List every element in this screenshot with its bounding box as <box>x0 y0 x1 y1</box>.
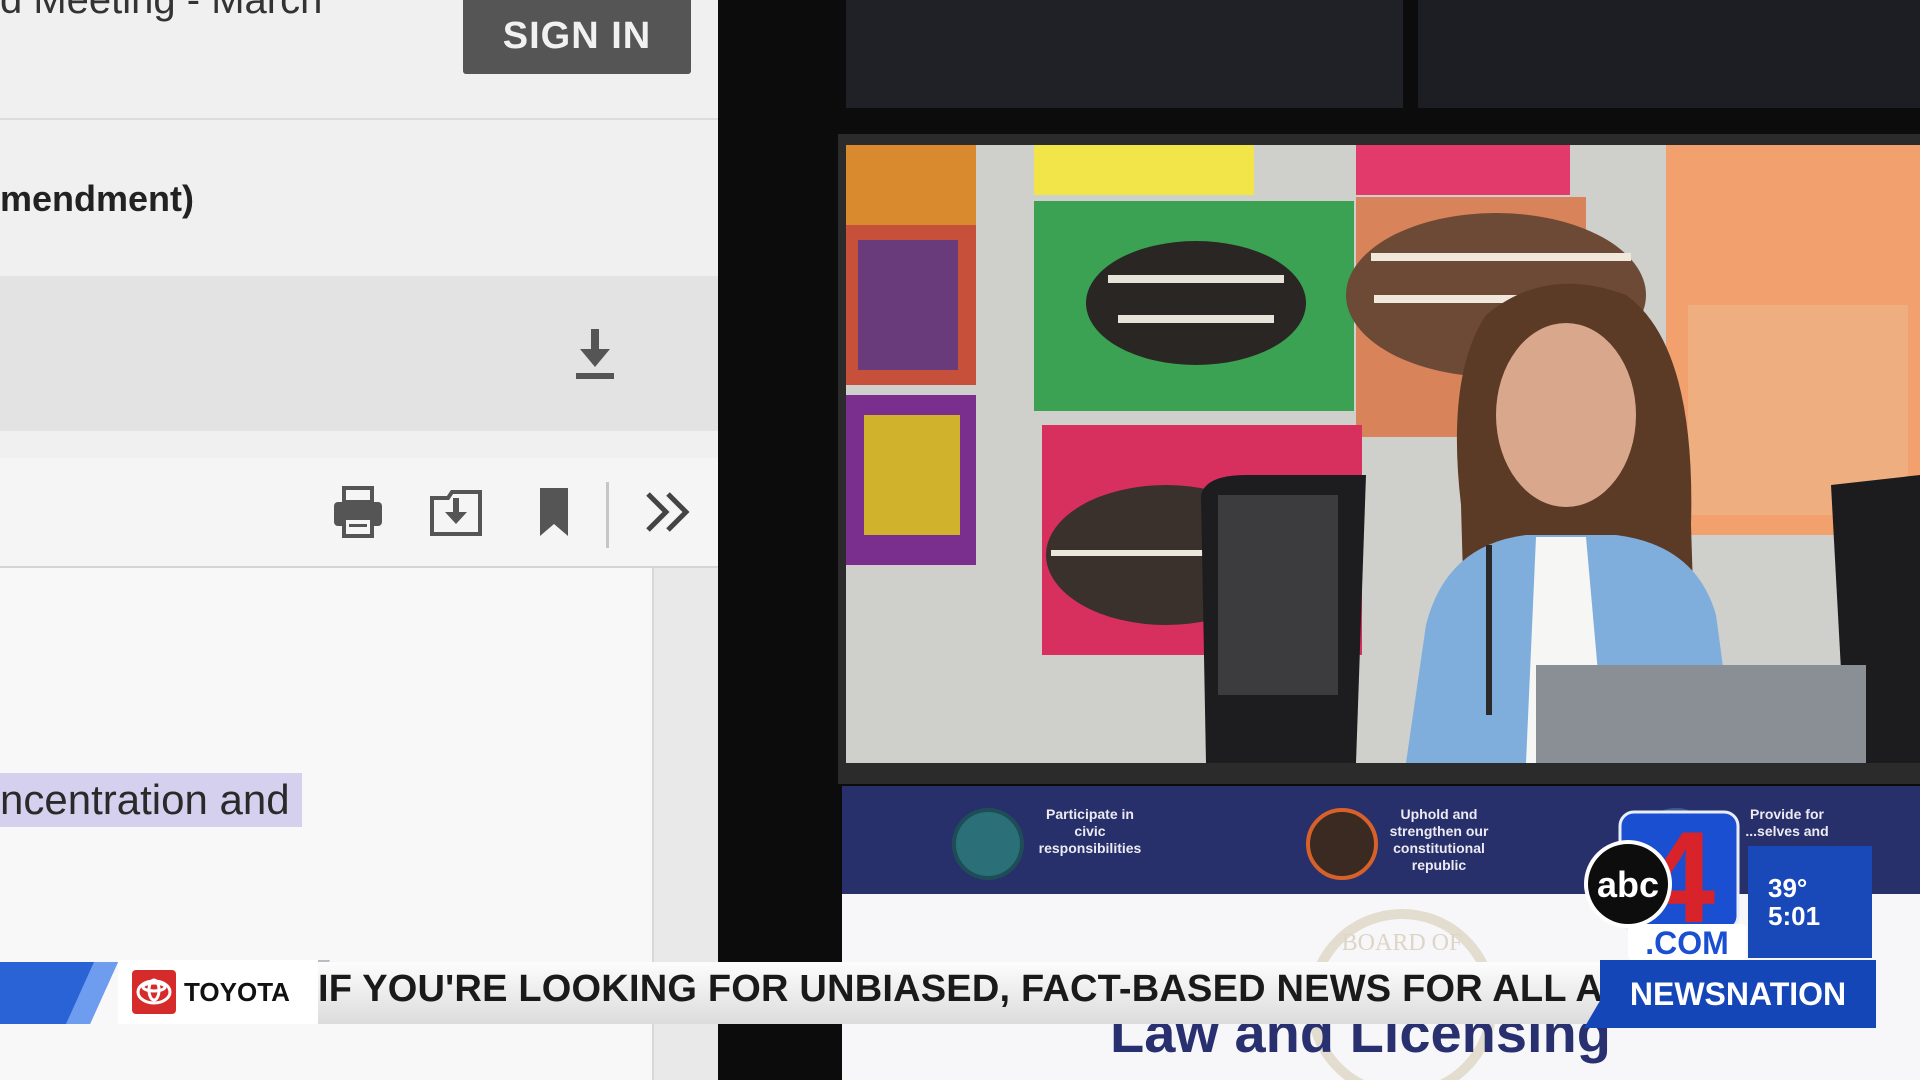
agenda-item-title: mendment) <box>0 178 195 219</box>
bookmark-icon[interactable] <box>536 484 572 540</box>
news-ticker: IF YOU'RE LOOKING FOR UNBIASED, FACT-BAS… <box>318 968 1628 1010</box>
toyota-logo-icon <box>132 970 176 1014</box>
abc-logo-text: abc <box>1597 864 1659 905</box>
network-name: NEWSNATION <box>1600 960 1876 1028</box>
temperature: 39° <box>1768 873 1808 903</box>
save-to-folder-icon[interactable] <box>428 484 484 540</box>
constitution-seal-icon <box>1306 808 1378 880</box>
print-icon[interactable] <box>330 484 386 540</box>
divider <box>0 118 718 120</box>
goal-text: Uphold and strengthen our constitutional… <box>1389 806 1489 873</box>
page-title: d Meeting - March <box>0 0 323 22</box>
browser-window: d Meeting - March SIGN IN mendment) ncen… <box>0 0 718 1080</box>
chevron-double-right-icon[interactable] <box>642 484 694 540</box>
sponsor-name: TOYOTA <box>184 976 290 1007</box>
civic-seal-icon <box>952 808 1024 880</box>
weather-time-box: 39° 5:01 <box>1748 846 1872 958</box>
goal-text: Participate in civic responsibilities <box>1038 806 1142 856</box>
video-thumbnail <box>1418 0 1920 108</box>
sponsor-badge: TOYOTA <box>118 960 318 1024</box>
camera-feed <box>846 145 1920 763</box>
clock-time: 5:01 <box>1768 901 1821 931</box>
seal-text: BOARD OF <box>1342 930 1463 956</box>
station-logo: 4 abc .COM <box>1584 806 1746 961</box>
station-domain: .COM <box>1645 925 1729 961</box>
highlighted-text: ncentration and <box>0 773 302 827</box>
video-thumbnail <box>846 0 1403 108</box>
download-icon[interactable] <box>570 327 620 381</box>
meeting-scene-image <box>846 145 1920 763</box>
sign-in-button[interactable]: SIGN IN <box>463 0 691 74</box>
toolbar-divider <box>606 482 609 548</box>
